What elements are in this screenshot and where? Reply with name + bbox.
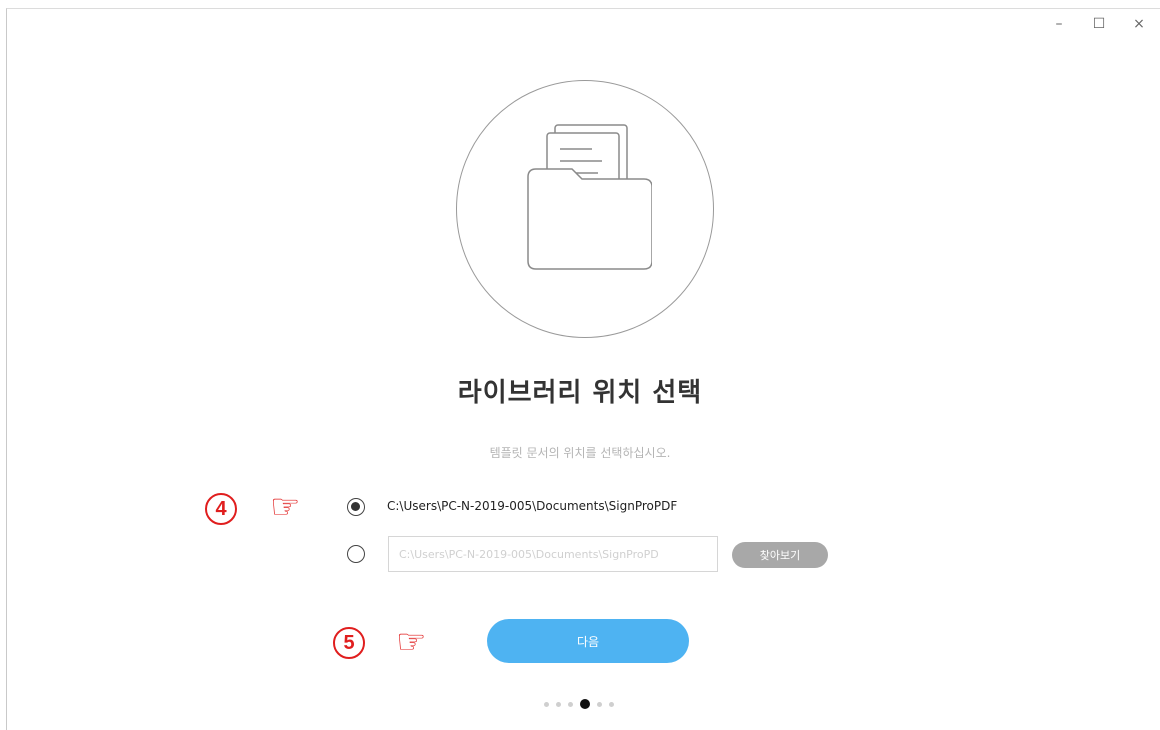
window-controls: – ☐ × <box>1050 15 1148 33</box>
page-dot[interactable] <box>568 701 573 707</box>
minimize-button[interactable]: – <box>1050 15 1068 33</box>
page-dot-active[interactable] <box>580 699 590 709</box>
step-4-badge: 4 <box>205 493 237 525</box>
browse-button[interactable]: 찾아보기 <box>732 542 828 568</box>
default-path-radio[interactable] <box>347 498 365 516</box>
page-dot[interactable] <box>544 701 549 707</box>
maximize-icon: ☐ <box>1092 16 1106 32</box>
custom-path-input[interactable] <box>388 536 718 572</box>
page-subtitle: 템플릿 문서의 위치를 선택하십시오. <box>489 446 671 460</box>
page-indicator <box>544 699 614 709</box>
custom-path-radio[interactable] <box>347 545 365 563</box>
page-dot[interactable] <box>597 701 602 707</box>
page-title: 라이브러리 위치 선택 <box>457 378 703 408</box>
step-5-badge: 5 <box>333 627 365 659</box>
hero-illustration <box>456 80 714 338</box>
page-dot[interactable] <box>556 701 561 707</box>
page-dot[interactable] <box>609 701 614 707</box>
maximize-button[interactable]: ☐ <box>1090 15 1108 33</box>
pointing-hand-icon: ☞ <box>396 622 427 662</box>
close-button[interactable]: × <box>1130 15 1148 33</box>
close-icon: × <box>1133 16 1145 32</box>
pointing-hand-icon: ☞ <box>270 487 301 527</box>
minimize-icon: – <box>1055 16 1063 32</box>
default-path-label[interactable]: C:\Users\PC-N-2019-005\Documents\SignPro… <box>387 499 677 513</box>
next-button[interactable]: 다음 <box>487 619 689 663</box>
folder-with-documents-icon <box>527 124 652 270</box>
